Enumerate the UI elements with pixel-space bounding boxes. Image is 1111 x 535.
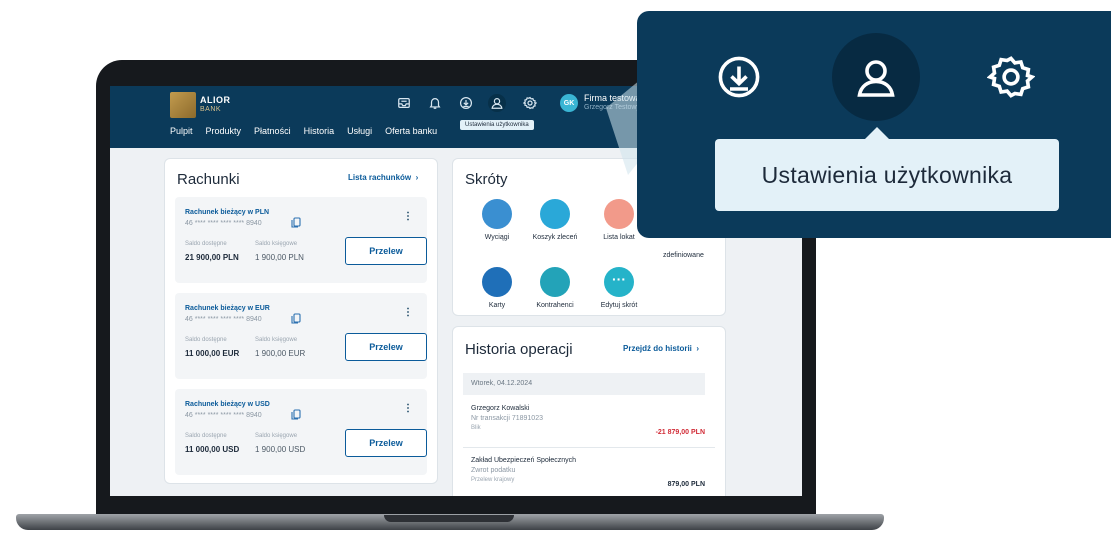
settings-icon[interactable] [967, 33, 1055, 121]
user-icon[interactable] [832, 33, 920, 121]
user-settings-tooltip-zoomed: Ustawienia użytkownika [715, 139, 1059, 211]
download-icon[interactable] [695, 33, 783, 121]
tooltip-arrow [865, 127, 889, 139]
zoom-callout: Ustawienia użytkownika [637, 11, 1111, 238]
